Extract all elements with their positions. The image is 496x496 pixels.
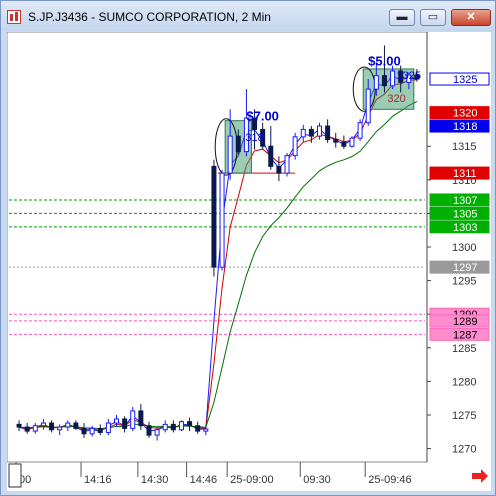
chart-app-icon[interactable] [7,10,21,24]
y-tick-label: 1275 [452,410,476,422]
annotation-label: $5.00 [368,54,401,69]
price-tag-label: 1289 [453,316,477,328]
candle-body [178,421,184,431]
candle-body [32,425,38,432]
price-chart[interactable]: 1270127512801285129012951300130513101315… [6,31,491,491]
candle-body [292,136,298,157]
price-tag-label: 1307 [453,195,477,207]
maximize-icon: ▭ [427,11,439,23]
candle-body [89,427,95,435]
x-tick-label: 14:30 [141,474,169,486]
chart-canvas[interactable]: 1270127512801285129012951300130513101315… [6,31,491,491]
candle-body [57,426,63,431]
x-tick-label: 14:46 [190,474,218,486]
price-tag-label: 1325 [453,74,477,86]
price-tag-label: 1297 [453,262,477,274]
candle-body [219,172,225,268]
candle-body [130,410,136,429]
annotation-label: $7.00 [246,109,279,124]
window-title: S.JP.J3436 - SUMCO CORPORATION, 2 Min [28,10,271,24]
chart-window: S.JP.J3436 - SUMCO CORPORATION, 2 Min ▬ … [0,0,496,496]
y-tick-label: 1285 [452,343,476,355]
candle-body [317,125,322,137]
candle-body [49,422,55,431]
annotation-label: 1325 [397,70,421,82]
candle-body [227,135,233,174]
candle-body [16,423,22,428]
y-tick-label: 1300 [452,242,476,254]
minimize-icon: ▬ [396,11,408,23]
candle-body [325,125,331,140]
x-tick-label: 25-09:00 [230,474,273,486]
candle-body [268,145,274,167]
price-tag-label: 1311 [453,168,477,180]
x-tick-label: 14:16 [84,474,112,486]
title-bar[interactable]: S.JP.J3436 - SUMCO CORPORATION, 2 Min ▬ … [1,1,495,31]
candle-body [138,410,144,427]
close-icon: ✕ [466,11,476,23]
candle-body [170,423,176,431]
candle-body [357,122,363,139]
minimize-button[interactable]: ▬ [389,9,415,26]
price-tag-label: 1318 [453,121,477,133]
candle-body [162,423,168,431]
candle-body [146,425,152,436]
candle-body [373,75,379,90]
candle-body [114,418,119,424]
close-button[interactable]: ✕ [451,9,491,26]
candle-body [203,428,209,432]
price-tag-label: 1320 [453,108,477,120]
candle-body [381,75,387,87]
candle-body [122,418,128,429]
candle-body [73,422,79,429]
red-arrow-right-icon[interactable] [472,469,488,483]
candle-body [81,427,87,435]
price-tag-label: 1303 [453,222,477,234]
candle-body [154,429,160,436]
price-tag-label: 1287 [453,329,477,341]
candle-body [40,422,46,427]
x-tick-label: 09:30 [303,474,331,486]
candle-body [65,422,71,428]
candle-body [105,422,111,433]
price-tag-label: 1305 [453,208,477,220]
candle-body [276,165,282,174]
y-tick-label: 1295 [452,276,476,288]
candle-body [187,421,193,427]
y-tick-label: 1270 [452,444,476,456]
annotation-label: 318 [245,132,263,144]
y-tick-label: 1280 [452,376,476,388]
candle-body [24,426,30,432]
candle-body [333,139,339,143]
y-tick-label: 1315 [452,141,476,153]
candle-body [341,141,347,147]
maximize-button[interactable]: ▭ [420,9,446,26]
candle-body [390,70,396,87]
annotation-label: 320 [387,93,405,105]
candle-body [365,88,371,124]
candle-body [211,165,217,268]
candle-body [235,135,241,153]
x-tick-label: 25-09:46 [368,474,411,486]
candle-body [349,137,355,147]
candle-body [308,128,314,137]
candle-body [300,128,306,138]
candle-body [284,155,290,174]
scroll-thumb[interactable] [8,463,22,488]
candle-body [195,425,201,432]
candle-body [97,427,103,433]
